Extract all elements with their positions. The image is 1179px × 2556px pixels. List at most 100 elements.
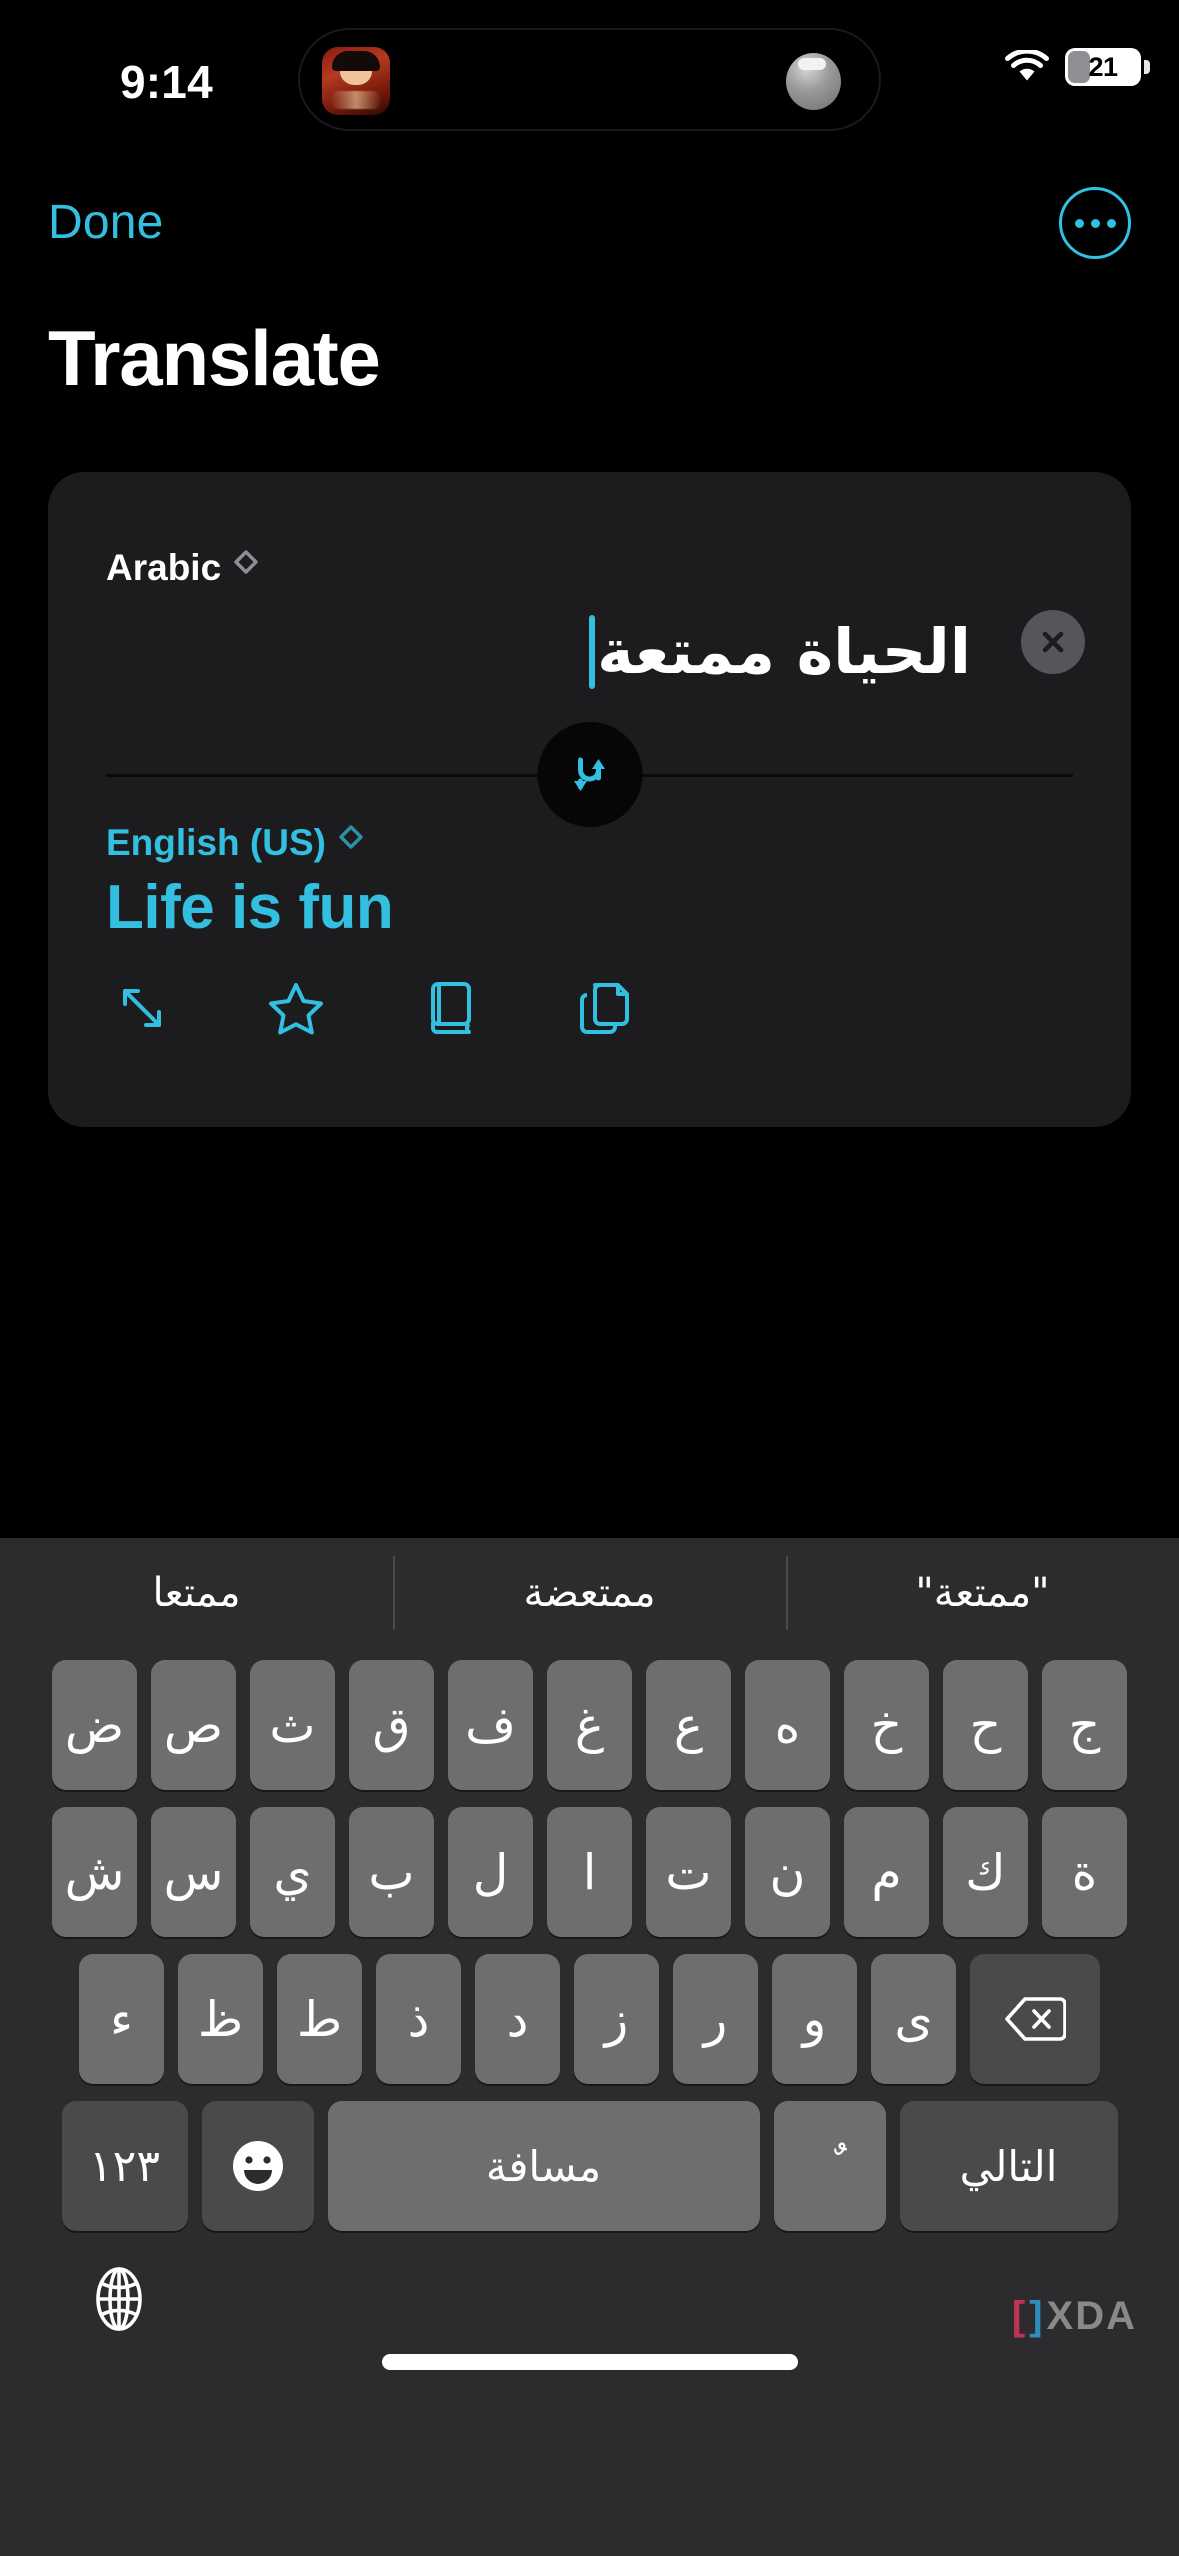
key[interactable]: ى [871,1954,956,2084]
more-options-button[interactable] [1059,187,1131,259]
backspace-icon [1005,1997,1066,2041]
wifi-icon [1005,50,1049,84]
key[interactable]: و [772,1954,857,2084]
text-cursor [589,615,596,689]
key[interactable]: ا [547,1807,632,1937]
key[interactable]: ل [448,1807,533,1937]
keyboard-row-3: ء ظ ط ذ د ز ر و ى [0,1954,1179,2084]
xda-watermark: [ ] XDA [1012,2296,1137,2336]
copy-icon [580,983,629,1034]
key[interactable]: ض [52,1660,137,1790]
key[interactable]: ب [349,1807,434,1937]
diacritic-key[interactable]: ٌ [773,2101,886,2231]
globe-key[interactable] [80,2260,158,2338]
key[interactable]: ط [277,1954,362,2084]
album-art-signature [330,91,382,109]
battery-indicator: 21 [1065,48,1150,86]
key[interactable]: خ [844,1660,929,1790]
suggestion-bar: ممتعا ممتعضة "ممتعة" [0,1538,1179,1648]
target-language-label: English (US) [106,822,326,863]
key[interactable]: م [844,1807,929,1937]
key[interactable]: د [475,1954,560,2084]
backspace-key[interactable] [970,1954,1100,2084]
key[interactable]: ش [52,1807,137,1937]
status-time: 9:14 [120,56,213,108]
battery-percent-label: 21 [1088,51,1118,82]
home-indicator[interactable] [381,2354,798,2370]
chevron-up-down-icon [233,549,259,588]
album-art-thumbnail[interactable] [322,47,390,115]
phone-screen: 9:14 21 Done Translate Arabic الحياة ممت… [0,0,1179,2556]
key[interactable]: ه [745,1660,830,1790]
space-key[interactable]: مسافة [327,2101,760,2231]
front-camera [786,53,841,110]
dynamic-island[interactable] [298,28,881,131]
ellipsis-dot [1074,218,1084,228]
key[interactable]: ك [943,1807,1028,1937]
swap-languages-button[interactable] [537,722,642,827]
book-icon [431,982,471,1034]
watermark-text: XDA [1046,2294,1137,2338]
suggestion-divider [786,1556,788,1630]
battery-level-fill [1068,51,1090,83]
close-icon [1042,631,1064,653]
key[interactable]: س [151,1807,236,1937]
suggestion-item[interactable]: ممتعا [0,1570,393,1616]
key[interactable]: ز [574,1954,659,2084]
suggestion-divider [393,1556,395,1630]
done-button[interactable]: Done [48,195,164,250]
translate-card: Arabic الحياة ممتعة English (US) Life is… [48,472,1131,1127]
key[interactable]: ف [448,1660,533,1790]
keyboard-row-2: ش س ي ب ل ا ت ن م ك ة [0,1807,1179,1937]
key[interactable]: ث [250,1660,335,1790]
translation-actions [106,972,640,1044]
star-icon [269,983,323,1035]
suggestion-item[interactable]: ممتعضة [393,1570,786,1616]
source-language-selector[interactable]: Arabic [106,547,259,589]
dictionary-button[interactable] [414,972,486,1044]
numbers-key[interactable]: ١٢٣ [61,2101,188,2231]
watermark-bracket-left: [ [1011,2294,1026,2338]
status-bar: 9:14 21 [0,0,1179,150]
page-title: Translate [48,314,381,402]
globe-icon [96,2267,142,2331]
expand-button[interactable] [106,972,178,1044]
key[interactable]: ة [1042,1807,1127,1937]
next-key[interactable]: التالي [899,2101,1118,2231]
key[interactable]: ذ [376,1954,461,2084]
arabic-keyboard: ممتعا ممتعضة "ممتعة" ض ص ث ق ف غ ع ه خ ح… [0,1538,1179,2556]
ellipsis-dot [1090,218,1100,228]
emoji-key[interactable] [201,2101,314,2231]
key[interactable]: ن [745,1807,830,1937]
chevron-up-down-icon [338,824,364,863]
key[interactable]: ت [646,1807,731,1937]
key[interactable]: ء [79,1954,164,2084]
ellipsis-dot [1106,218,1116,228]
keyboard-row-4: ١٢٣ مسافة ٌ التالي [0,2101,1179,2231]
key[interactable]: ر [673,1954,758,2084]
key[interactable]: ص [151,1660,236,1790]
emoji-icon [232,2141,283,2191]
keyboard-bottom-bar: [ ] XDA [0,2248,1179,2398]
swap-arrows-icon [574,757,605,791]
key[interactable]: ظ [178,1954,263,2084]
expand-icon [123,989,161,1027]
key[interactable]: ج [1042,1660,1127,1790]
favorite-button[interactable] [260,972,332,1044]
source-language-label: Arabic [106,547,222,588]
navigation-bar: Done [0,185,1179,275]
target-language-selector[interactable]: English (US) [106,822,364,864]
key[interactable]: ع [646,1660,731,1790]
clear-text-button[interactable] [1021,610,1085,674]
key[interactable]: غ [547,1660,632,1790]
suggestion-item[interactable]: "ممتعة" [786,1570,1179,1616]
key[interactable]: ح [943,1660,1028,1790]
copy-button[interactable] [568,972,640,1044]
translated-text: Life is fun [106,873,394,942]
key[interactable]: ي [250,1807,335,1937]
key[interactable]: ق [349,1660,434,1790]
keyboard-row-1: ض ص ث ق ف غ ع ه خ ح ج [0,1660,1179,1790]
source-text-value: الحياة ممتعة [597,615,971,689]
watermark-bracket-right: ] [1029,2294,1043,2338]
source-text-field[interactable]: الحياة ممتعة [106,602,971,702]
